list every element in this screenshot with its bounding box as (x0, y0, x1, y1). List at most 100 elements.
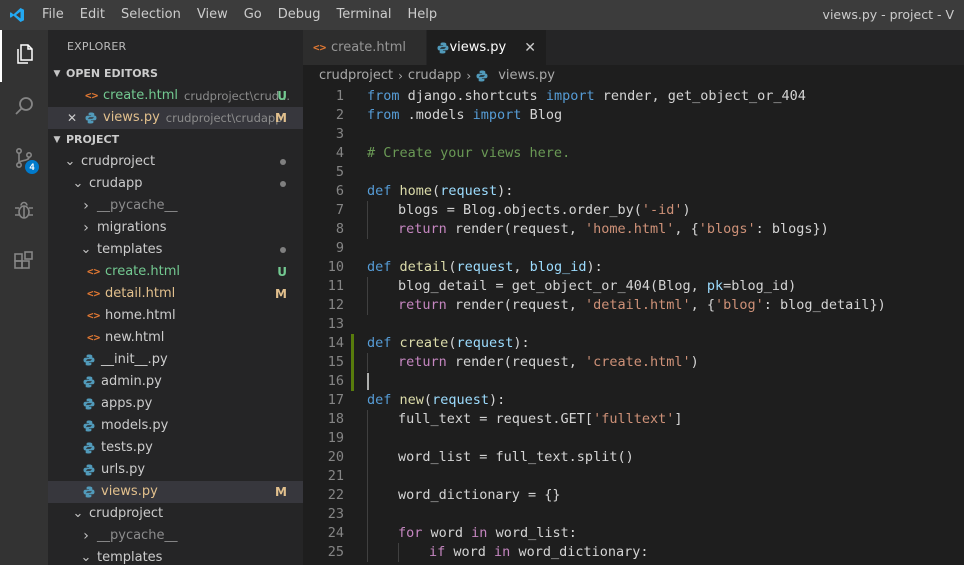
tree-folder[interactable]: › __pycache__ (48, 195, 303, 217)
code-token: : blog_detail}) (763, 297, 886, 313)
code-line: 4 # Create your views here. (303, 144, 964, 163)
tree-file[interactable]: __init__.py (48, 349, 303, 371)
tree-file[interactable]: <> new.html (48, 327, 303, 349)
tree-file[interactable]: <> home.html (48, 305, 303, 327)
code-line: 9 (303, 239, 964, 258)
code-token: ( (423, 392, 433, 408)
html-file-icon: <> (87, 265, 101, 278)
code-line: 10 def detail(request, blog_id): (303, 258, 964, 277)
breadcrumb-item[interactable]: views.py (498, 65, 555, 87)
code-token: detail (399, 259, 449, 275)
menu-help[interactable]: Help (399, 0, 445, 30)
code-token: for (398, 525, 423, 541)
explorer-activity[interactable] (0, 30, 48, 82)
open-editor-item-active[interactable]: ✕ views.py crudproject\crudapp M (48, 107, 303, 129)
tree-item-label: crudproject (81, 154, 156, 169)
menu-terminal[interactable]: Terminal (329, 0, 400, 30)
breadcrumb-item[interactable]: crudproject (319, 65, 393, 87)
chevron-right-icon: › (83, 198, 89, 214)
tree-file[interactable]: models.py (48, 415, 303, 437)
menu-debug[interactable]: Debug (270, 0, 329, 30)
search-activity[interactable] (0, 82, 48, 134)
extensions-activity[interactable] (0, 238, 48, 290)
code-token: def (367, 259, 392, 275)
breadcrumb-item[interactable]: crudapp (408, 65, 461, 87)
menu-view[interactable]: View (189, 0, 236, 30)
gutter (348, 277, 367, 296)
code-line: 13 (303, 315, 964, 334)
python-file-icon (476, 70, 494, 82)
tree-folder[interactable]: ⌄ crudproject (48, 151, 303, 173)
code-text: full_text = request.GET['fulltext'] (367, 410, 683, 429)
menu-edit[interactable]: Edit (72, 0, 113, 30)
code-text: def home(request): (367, 182, 513, 201)
source-control-activity[interactable]: 4 (0, 134, 48, 186)
tab-views-py[interactable]: views.py ✕ (427, 30, 547, 65)
line-number: 6 (335, 183, 344, 199)
tree-item-label: __init__.py (101, 352, 168, 367)
gutter (348, 87, 367, 106)
line-number: 15 (327, 354, 344, 370)
project-header[interactable]: ▼ PROJECT (48, 129, 303, 151)
code-token: ): (513, 335, 530, 351)
tree-folder[interactable]: ⌄ templates (48, 547, 303, 565)
code-token: blog_detail = get_object_or_404(Blog, (398, 278, 707, 294)
menu-bar: File Edit Selection View Go Debug Terminal Help (34, 0, 445, 30)
indent-guide (367, 201, 398, 220)
line-number: 8 (335, 221, 344, 237)
code-token: import (472, 107, 522, 123)
code-line: 8 return render(request, 'home.html', {'b… (303, 220, 964, 239)
code-token: .models (399, 107, 473, 123)
window-title: views.py - project - V (822, 7, 954, 22)
tree-file[interactable]: <> create.html U (48, 261, 303, 283)
code-token: ( (432, 183, 441, 199)
tab-create-html[interactable]: <> create.html (303, 30, 427, 65)
code-line: 6 def home(request): (303, 182, 964, 201)
chevron-down-icon: ⌄ (72, 506, 84, 521)
indent-guide (367, 543, 398, 562)
code-token: word_list = full_text.split() (398, 449, 634, 465)
close-tab-icon[interactable]: ✕ (524, 40, 536, 56)
tree-item-label: crudproject (89, 506, 164, 521)
gutter (348, 505, 367, 524)
tree-folder[interactable]: ⌄ templates (48, 239, 303, 261)
tree-file[interactable]: admin.py (48, 371, 303, 393)
code-editor[interactable]: 1 from django.shortcuts import render, ge… (303, 87, 964, 565)
tree-folder[interactable]: ⌄ crudproject (48, 503, 303, 525)
code-token: 'create.html' (584, 354, 691, 370)
open-editors-header[interactable]: ▼ OPEN EDITORS (48, 63, 303, 85)
python-file-icon (83, 398, 101, 410)
tree-item-label: templates (97, 550, 163, 565)
gutter (348, 296, 367, 315)
code-text (367, 467, 398, 486)
close-icon[interactable]: ✕ (67, 107, 85, 129)
open-editor-item[interactable]: <> create.html crudproject\crud... U (48, 85, 303, 107)
python-file-icon (83, 376, 101, 388)
tree-file[interactable]: <> detail.html M (48, 283, 303, 305)
tree-folder[interactable]: › __pycache__ (48, 525, 303, 547)
python-file-icon (83, 486, 101, 498)
tree-file[interactable]: apps.py (48, 393, 303, 415)
line-number: 13 (327, 316, 344, 332)
code-token: from (367, 107, 400, 123)
chevron-down-icon: ▼ (53, 135, 61, 145)
tree-file[interactable]: views.py M (48, 481, 303, 503)
code-text: word_list = full_text.split() (367, 448, 634, 467)
gutter (348, 391, 367, 410)
chevron-down-icon: ⌄ (80, 550, 92, 565)
menu-go[interactable]: Go (236, 0, 270, 30)
code-text: def detail(request, blog_id): (367, 258, 603, 277)
tree-folder[interactable]: › migrations (48, 217, 303, 239)
tree-file[interactable]: urls.py (48, 459, 303, 481)
menu-selection[interactable]: Selection (113, 0, 189, 30)
line-number: 19 (327, 430, 344, 446)
menu-file[interactable]: File (34, 0, 72, 30)
code-line: 24 for word in word_list: (303, 524, 964, 543)
debug-activity[interactable] (0, 186, 48, 238)
tree-file[interactable]: tests.py (48, 437, 303, 459)
code-text: return render(request, 'detail.html', {'… (367, 296, 886, 315)
tree-folder[interactable]: ⌄ crudapp (48, 173, 303, 195)
code-text: return render(request, 'create.html') (367, 353, 699, 372)
gutter (348, 467, 367, 486)
line-number: 22 (327, 487, 344, 503)
